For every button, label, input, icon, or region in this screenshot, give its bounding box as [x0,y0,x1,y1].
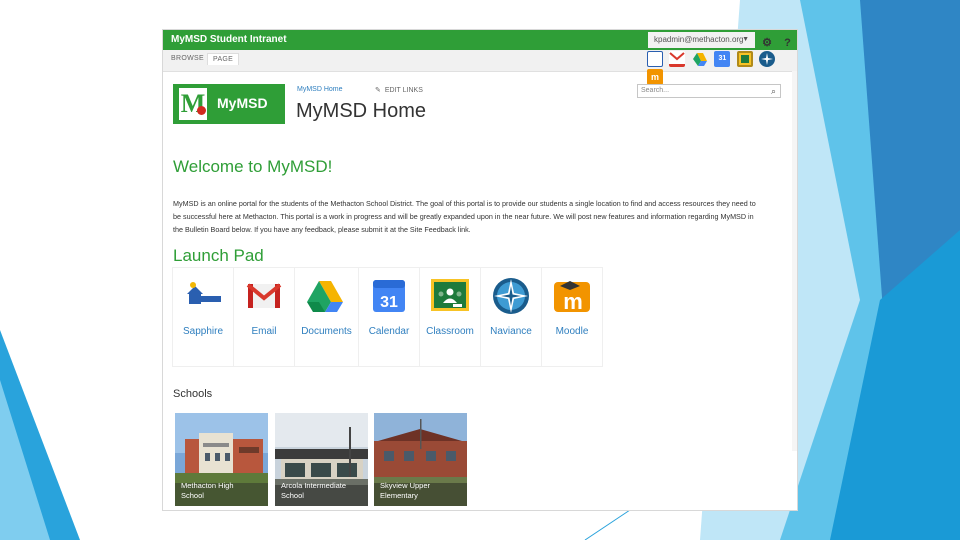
suite-bar: MyMSD Student Intranet kpadmin@methacton… [163,30,797,50]
svg-text:m: m [563,289,583,314]
gmail-app-icon[interactable] [669,51,686,67]
page-title: MyMSD Home [296,100,427,122]
search-input[interactable]: Search... ⌕ [637,84,781,98]
tile-label: Email [251,326,277,337]
calendar-icon: 31 [373,280,405,312]
tile-moodle[interactable]: m Moodle [542,268,602,366]
sapphire-app-icon[interactable] [647,51,663,67]
school-name: Arcola Intermediate School [281,481,347,500]
tile-naviance[interactable]: Naviance [481,268,541,366]
moodle-app-icon[interactable]: m [647,69,663,85]
school-card-methacton-high[interactable]: Methacton High School [175,413,268,506]
tab-page[interactable]: PAGE [207,53,240,65]
ribbon-bar: BROWSE PAGE 31 m [163,50,797,85]
search-placeholder: Search... [641,87,670,94]
tile-label: Sapphire [182,326,224,337]
app-shortcuts: 31 m [647,51,797,85]
help-icon[interactable]: ? [779,37,795,49]
tab-browse[interactable]: BROWSE [171,55,204,62]
site-title[interactable]: MyMSD Student Intranet [171,34,287,45]
tile-sapphire[interactable]: Sapphire [173,268,233,366]
tile-calendar[interactable]: 31 Calendar [359,268,419,366]
school-card-skyview-upper[interactable]: Skyview Upper Elementary [374,413,467,506]
user-menu[interactable]: kpadmin@methacton.org ▼ [648,32,755,48]
naviance-compass-icon [493,278,529,314]
logo-letter: M [179,88,207,120]
calendar-app-icon[interactable]: 31 [714,51,731,67]
mymsd-logo[interactable]: M MyMSD [173,84,285,124]
naviance-app-icon[interactable] [759,51,776,67]
tile-classroom[interactable]: Classroom [420,268,480,366]
user-email: kpadmin@methacton.org [654,35,744,44]
drive-app-icon[interactable] [692,51,708,67]
browser-screenshot: MyMSD Student Intranet kpadmin@methacton… [163,30,797,510]
tile-label: Naviance [490,326,532,337]
svg-text:31: 31 [380,294,398,311]
google-drive-icon [307,281,343,312]
gmail-icon [246,283,282,308]
intro-paragraph: MyMSD is an online portal for the studen… [173,199,756,234]
search-icon[interactable]: ⌕ [771,85,776,97]
school-name: Methacton High School [181,481,234,500]
tile-label: Classroom [426,326,474,337]
tile-email[interactable]: Email [234,268,294,366]
tile-label: Moodle [555,326,589,337]
sapphire-icon [185,282,221,306]
edit-links-label: EDIT LINKS [384,87,423,94]
breadcrumb[interactable]: MyMSD Home [297,86,343,93]
pencil-icon: ✎ [375,87,381,94]
suite-icons: ⚙ ? [759,33,797,49]
launchpad-heading: Launch Pad [173,246,264,265]
edit-links-button[interactable]: ✎ EDIT LINKS [375,86,423,94]
page-scrollbar[interactable] [792,71,797,451]
classroom-app-icon[interactable] [736,51,753,67]
google-classroom-icon [431,279,469,311]
chevron-down-icon: ▼ [742,36,749,43]
schools-heading: Schools [173,388,213,400]
school-name: Skyview Upper Elementary [380,481,431,500]
welcome-heading: Welcome to MyMSD! [173,157,333,176]
apple-icon [197,106,206,115]
tile-label: Documents [301,326,352,337]
school-card-arcola-intermediate[interactable]: Arcola Intermediate School [275,413,368,506]
moodle-icon: m [554,281,590,314]
tile-label: Calendar [368,326,410,337]
logo-text: MyMSD [217,95,268,111]
tile-documents[interactable]: Documents [295,268,358,366]
gear-icon[interactable]: ⚙ [759,36,775,49]
